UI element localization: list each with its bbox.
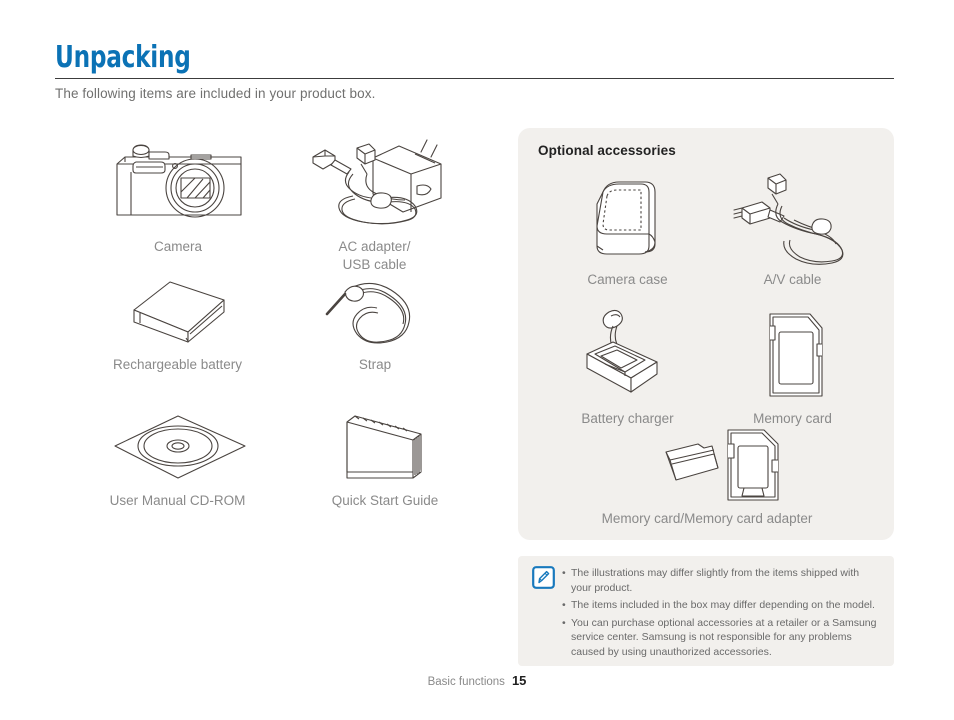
item-label: A/V cable [763,272,822,287]
av-cable-icon [710,170,875,265]
note-text: The items included in the box may differ… [571,599,875,611]
included-item-cdrom: User Manual CD-ROM [80,408,275,510]
optional-item-memory-card: Memory card [710,306,875,428]
optional-item-camera-case: Camera case [540,170,715,289]
item-label: Camera [153,239,202,254]
item-label: Memory card/Memory card adapter [601,511,813,526]
memory-card-icon [710,306,875,404]
optional-accessories-heading: Optional accessories [538,143,676,158]
camera-case-icon [540,170,715,265]
note-pencil-icon [532,566,555,589]
included-item-strap: Strap [300,272,450,374]
footer-section-label: Basic functions [427,676,505,688]
battery-icon [80,272,275,350]
item-label: Rechargeable battery [112,357,243,372]
manual-page: Unpacking The following items are includ… [0,0,954,720]
note-item: • You can purchase optional accessories … [562,616,880,660]
item-label: Strap [358,357,392,372]
page-number: 15 [511,673,527,688]
optional-item-memory-card-adapter: Memory card/Memory card adapter [566,426,848,528]
title-divider [55,78,894,79]
camera-icon [93,132,263,232]
included-item-quickstart: Quick Start Guide [300,408,470,510]
page-subtitle: The following items are included in your… [55,86,376,101]
note-item: • The items included in the box may diff… [562,598,880,613]
page-footer: Basic functions 15 [0,673,954,688]
included-item-camera: Camera [93,132,263,256]
memory-card-adapter-icon [566,426,848,504]
note-text: The illustrations may differ slightly fr… [571,567,860,594]
battery-charger-icon [540,306,715,404]
item-label: User Manual CD-ROM [109,493,246,508]
note-list: • The illustrations may differ slightly … [562,566,880,662]
cd-rom-icon [80,408,275,486]
item-label: Quick Start Guide [331,493,439,508]
note-item: • The illustrations may differ slightly … [562,566,880,595]
optional-item-av-cable: A/V cable [710,170,875,289]
included-item-ac-adapter: AC adapter/ USB cable [287,132,462,274]
bullet-marker: • [562,599,566,611]
note-text: You can purchase optional accessories at… [571,616,877,658]
item-label: AC adapter/ USB cable [338,239,411,272]
optional-item-battery-charger: Battery charger [540,306,715,428]
optional-accessories-panel: Optional accessories Camera case A/V cab… [518,128,894,540]
bullet-marker: • [562,567,566,579]
item-label: Camera case [587,272,668,287]
page-title: Unpacking [55,40,191,75]
note-box: • The illustrations may differ slightly … [518,556,894,666]
included-item-battery: Rechargeable battery [80,272,275,374]
strap-icon [300,272,450,350]
quick-start-guide-icon [300,408,470,486]
bullet-marker: • [562,616,566,629]
ac-adapter-usb-cable-icon [287,132,462,232]
